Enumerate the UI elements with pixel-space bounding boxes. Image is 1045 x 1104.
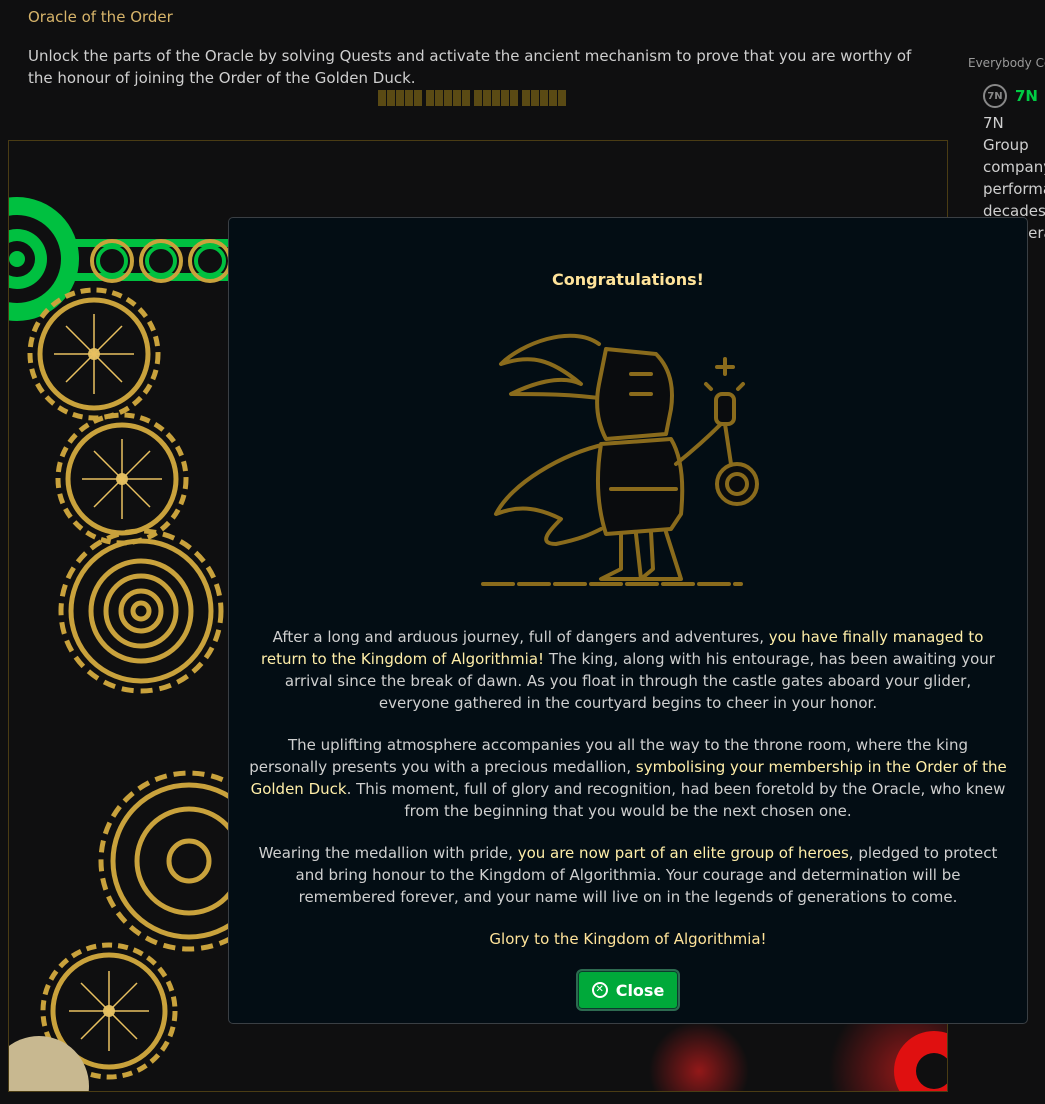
story-paragraph-1: After a long and arduous journey, full o… xyxy=(261,628,995,712)
sponsor-heading: Everybody Co xyxy=(968,56,1045,70)
page-title: Oracle of the Order xyxy=(28,8,173,26)
knight-medallion-icon xyxy=(481,333,759,586)
green-gear xyxy=(9,197,79,321)
close-button-label: Close xyxy=(615,980,665,1000)
close-icon: ✕ xyxy=(591,982,608,998)
congratulations-modal: Congratulations! After a long and arduou… xyxy=(228,217,1028,1024)
sponsor-link[interactable]: 7N 7N xyxy=(983,84,1038,108)
story-paragraph-2: The uplifting atmosphere accompanies you… xyxy=(249,736,1007,820)
modal-title: Congratulations! xyxy=(552,270,704,289)
close-button[interactable]: ✕ Close xyxy=(576,969,680,1011)
modal-body: After a long and arduous journey, full o… xyxy=(249,626,1007,970)
sponsor-logo-icon: 7N xyxy=(983,84,1007,108)
quest-progress-bar xyxy=(378,90,566,106)
page-description: Unlock the parts of the Oracle by solvin… xyxy=(28,47,912,87)
story-paragraph-3: Wearing the medallion with pride, you ar… xyxy=(258,844,998,906)
glory-line: Glory to the Kingdom of Algorithmia! xyxy=(489,930,767,948)
sponsor-name[interactable]: 7N xyxy=(1015,87,1038,105)
